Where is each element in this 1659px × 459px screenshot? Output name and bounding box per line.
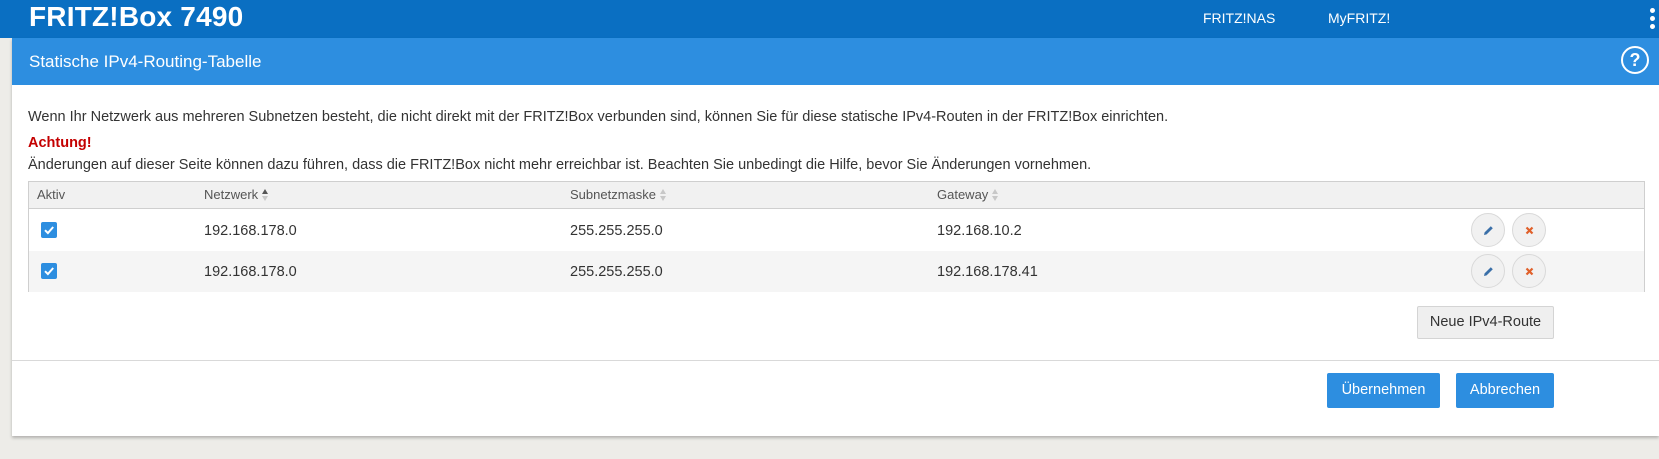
edit-button[interactable]	[1471, 254, 1505, 288]
delete-button[interactable]	[1512, 254, 1546, 288]
menu-icon[interactable]	[1650, 8, 1656, 30]
warning-title: Achtung!	[28, 135, 92, 151]
table-header: Aktiv Netzwerk Subnetzmaske Gateway	[29, 182, 1644, 209]
help-icon[interactable]: ?	[1621, 46, 1649, 74]
column-header-label: Netzwerk	[204, 187, 259, 202]
top-bar: FRITZ!Box 7490 FRITZ!NAS MyFRITZ!	[0, 0, 1659, 38]
divider	[12, 360, 1659, 361]
new-route-button[interactable]: Neue IPv4-Route	[1417, 306, 1554, 339]
active-checkbox[interactable]	[41, 263, 57, 279]
gateway-cell: 192.168.178.41	[937, 264, 1038, 280]
column-header-subnetzmaske[interactable]: Subnetzmaske	[570, 187, 667, 203]
delete-button[interactable]	[1512, 213, 1546, 247]
column-header-label: Subnetzmaske	[570, 187, 656, 202]
subnet-cell: 255.255.255.0	[570, 223, 663, 239]
active-checkbox[interactable]	[41, 222, 57, 238]
nav-link-fritznas[interactable]: FRITZ!NAS	[1203, 9, 1275, 27]
table-row: 192.168.178.0 255.255.255.0 192.168.178.…	[29, 251, 1644, 292]
routing-table: Aktiv Netzwerk Subnetzmaske Gateway 192.…	[28, 181, 1645, 292]
pencil-icon	[1484, 226, 1493, 235]
sort-icon	[992, 188, 999, 201]
gateway-cell: 192.168.10.2	[937, 223, 1022, 239]
subnet-cell: 255.255.255.0	[570, 264, 663, 280]
column-header-gateway[interactable]: Gateway	[937, 187, 999, 203]
brand-title: FRITZ!Box 7490	[29, 1, 244, 32]
warning-text: Änderungen auf dieser Seite können dazu …	[28, 157, 1092, 173]
cancel-button[interactable]: Abbrechen	[1456, 373, 1554, 408]
content-panel: Statische IPv4-Routing-Tabelle ? Wenn Ih…	[12, 38, 1659, 436]
network-cell: 192.168.178.0	[204, 264, 297, 280]
page-title: Statische IPv4-Routing-Tabelle	[29, 52, 262, 71]
close-icon	[1525, 267, 1534, 276]
table-row: 192.168.178.0 255.255.255.0 192.168.10.2	[29, 210, 1644, 251]
network-cell: 192.168.178.0	[204, 223, 297, 239]
column-header-label: Gateway	[937, 187, 989, 202]
nav-link-myfritz[interactable]: MyFRITZ!	[1328, 9, 1390, 27]
intro-text: Wenn Ihr Netzwerk aus mehreren Subnetzen…	[28, 109, 1169, 125]
sort-icon	[660, 188, 667, 201]
pencil-icon	[1484, 267, 1493, 276]
title-bar: Statische IPv4-Routing-Tabelle ?	[12, 38, 1659, 85]
column-header-netzwerk[interactable]: Netzwerk	[204, 187, 269, 203]
apply-button[interactable]: Übernehmen	[1327, 373, 1440, 408]
column-header-aktiv: Aktiv	[37, 187, 66, 202]
sort-ascending-icon	[262, 188, 269, 201]
close-icon	[1525, 226, 1534, 235]
edit-button[interactable]	[1471, 213, 1505, 247]
